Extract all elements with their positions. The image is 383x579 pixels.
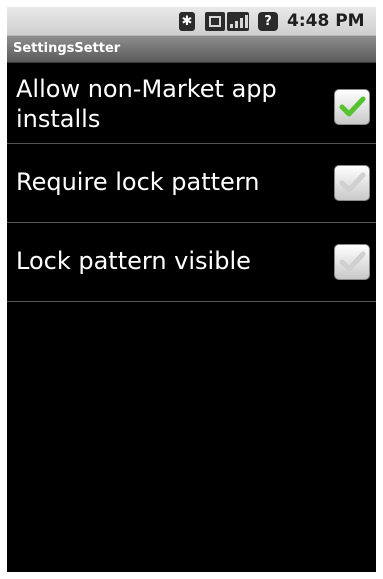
checkmark-icon — [339, 172, 366, 193]
app-title: SettingsSetter — [13, 41, 121, 56]
preference-label: Require lock pattern — [16, 168, 260, 196]
status-bar: ✱ ? 4:48 PM — [7, 7, 376, 36]
preference-lock-pattern-visible[interactable]: Lock pattern visible — [7, 223, 376, 302]
checkmark-icon — [339, 96, 366, 117]
signal-icon — [227, 12, 249, 31]
checkbox-allow-non-market[interactable] — [334, 89, 370, 125]
data-icon — [205, 12, 225, 31]
bluetooth-icon: ✱ — [179, 12, 195, 31]
battery-icon: ? — [258, 12, 278, 31]
checkmark-icon — [339, 251, 366, 272]
preference-label: Allow non-Market app installs — [16, 75, 277, 133]
phone-screen: ✱ ? 4:48 PM SettingsSetter Allow non-Mar… — [7, 7, 376, 572]
preference-require-lock-pattern[interactable]: Require lock pattern — [7, 144, 376, 223]
title-bar: SettingsSetter — [7, 36, 376, 63]
preference-list: Allow non-Market app installs Require lo… — [7, 63, 376, 302]
status-clock: 4:48 PM — [287, 11, 365, 31]
preference-allow-non-market[interactable]: Allow non-Market app installs — [7, 63, 376, 144]
checkbox-lock-pattern-visible[interactable] — [334, 244, 370, 280]
checkbox-require-lock-pattern[interactable] — [334, 165, 370, 201]
preference-label: Lock pattern visible — [16, 247, 251, 275]
